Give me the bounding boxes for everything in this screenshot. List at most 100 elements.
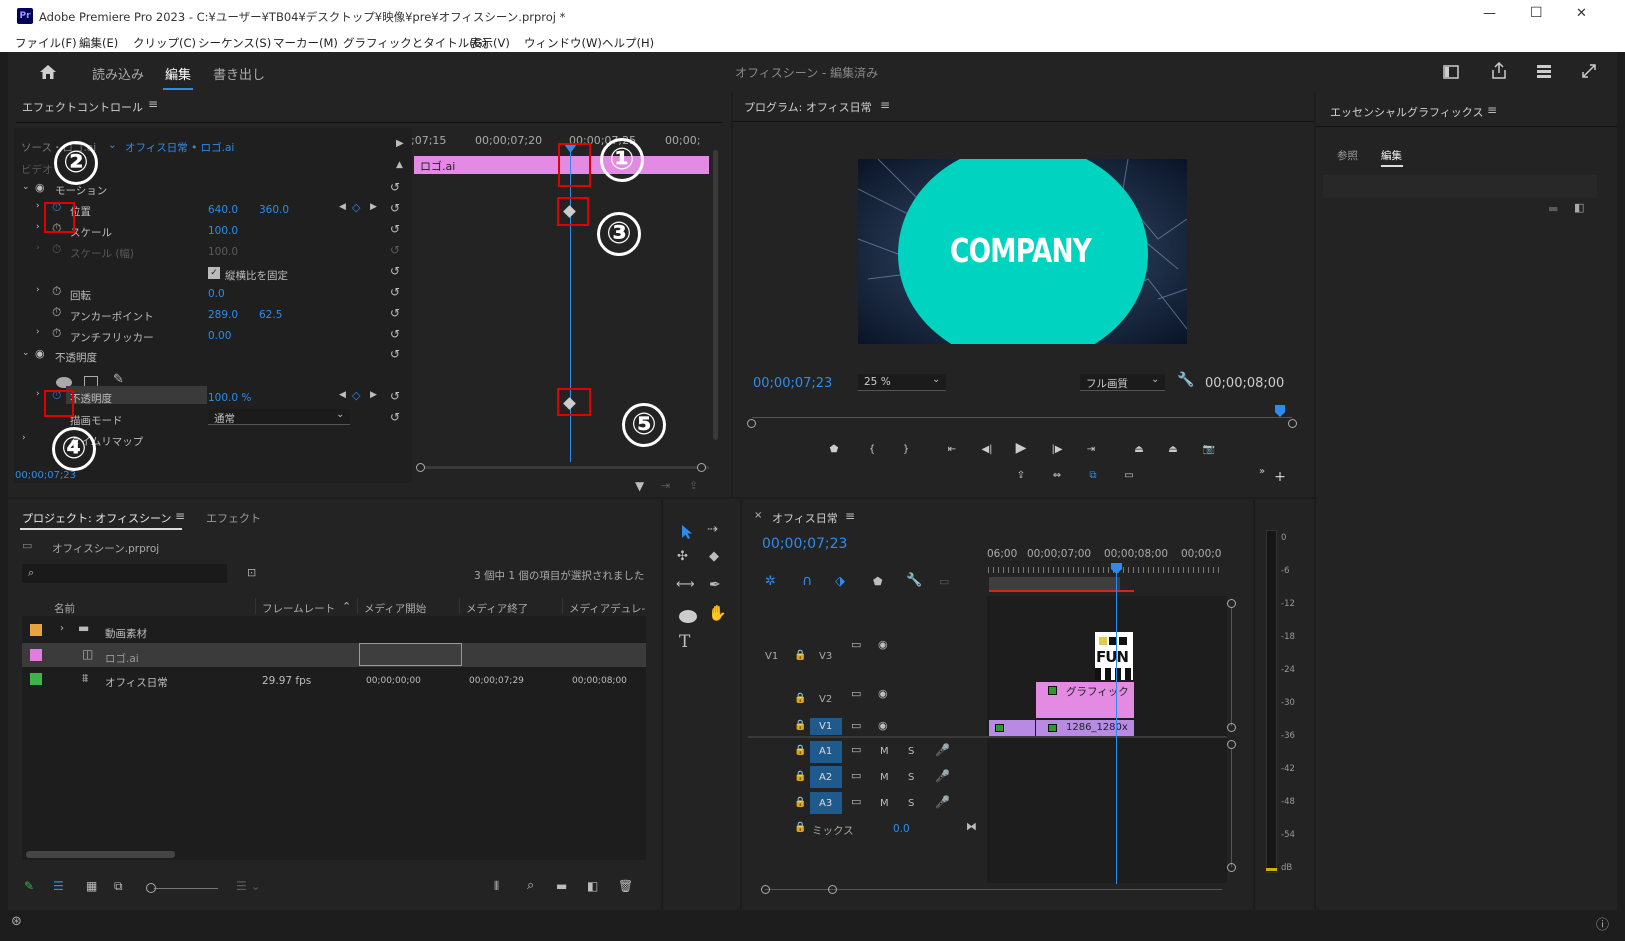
lift-icon[interactable]: ⏏ (1129, 440, 1149, 458)
voiceover-mic-icon[interactable]: 🎤 (935, 795, 950, 809)
track-sync-icon[interactable]: ▭ (851, 769, 861, 782)
solo-button[interactable]: S (908, 746, 914, 757)
voiceover-mic-icon[interactable]: 🎤 (935, 769, 950, 783)
rotation-reset-icon[interactable]: ↺ (390, 285, 400, 299)
blend-reset-icon[interactable]: ↺ (390, 410, 400, 424)
blend-dropdown[interactable]: 通常 ⌄ (208, 409, 350, 425)
project-hscrollbar[interactable] (26, 851, 175, 858)
sort-icons-icon[interactable]: ☰ ⌄ (236, 879, 261, 893)
add-button-icon[interactable]: + (1270, 468, 1290, 486)
program-scrubber[interactable] (752, 417, 1292, 418)
timeline-menu-icon[interactable]: ≡ (845, 509, 855, 523)
mark-in-icon[interactable]: { (862, 440, 882, 458)
position-y-value[interactable]: 360.0 (259, 204, 289, 216)
eg-tab-edit[interactable]: 編集 (1381, 148, 1402, 163)
filter-icon[interactable]: ▼ (635, 479, 644, 493)
freeform-view-icon[interactable]: ⧉ (114, 879, 123, 894)
ellipse-tool-icon[interactable] (679, 610, 697, 623)
track-lock-icon[interactable]: 🔒 (794, 720, 806, 731)
track-sync-icon[interactable]: ▭ (851, 719, 861, 732)
anchor-x-value[interactable]: 289.0 (208, 309, 238, 321)
ec-expand-arrow[interactable]: ▶ (396, 138, 404, 149)
timeline-timecode[interactable]: 00;00;07;23 (762, 536, 847, 552)
snap-icon[interactable]: ✲ (765, 574, 776, 589)
share-icon[interactable] (1490, 61, 1508, 81)
icon-view-icon[interactable]: ▦ (86, 879, 97, 893)
anchor-y-value[interactable]: 62.5 (259, 309, 282, 321)
automate-sequence-icon[interactable]: ⫴ (494, 879, 499, 894)
status-render-icon[interactable]: ⊛ (11, 914, 22, 929)
step-forward-icon[interactable]: |▶ (1047, 440, 1067, 458)
extract-icon[interactable]: ⏏ (1163, 440, 1183, 458)
fullscreen-icon[interactable] (1580, 62, 1598, 80)
new-bin-icon[interactable]: ▬ (556, 879, 567, 893)
track-lock-icon[interactable]: 🔒 (794, 797, 806, 808)
timeline-marker-icon[interactable]: ⬟ (873, 575, 883, 588)
track-eye-icon[interactable]: ◉ (878, 638, 888, 651)
tab-export[interactable]: 書き出し (213, 64, 265, 83)
pen-mask-icon[interactable]: ✎ (113, 372, 124, 387)
clip-v1-video[interactable]: 1286_1280x (1036, 720, 1134, 736)
step-back-icon[interactable]: ◀| (977, 440, 997, 458)
track-sync-icon[interactable]: ▭ (851, 795, 861, 808)
captions-icon[interactable]: ▭ (939, 575, 949, 588)
uniform-scale-checkbox[interactable]: ✓ (208, 267, 220, 279)
tab-edit[interactable]: 編集 (165, 64, 191, 83)
ec-sequence-label[interactable]: ⌄ (108, 139, 117, 151)
ripple-edit-tool-icon[interactable]: ✣ (677, 549, 688, 564)
essential-graphics-title[interactable]: エッセンシャルグラフィックス (1330, 104, 1483, 120)
panel-menu-icon[interactable]: ≡ (148, 97, 158, 111)
new-search-bin-icon[interactable]: ⊡ (247, 566, 256, 579)
tab-import[interactable]: 読み込み (92, 64, 144, 83)
hand-tool-icon[interactable]: ✋ (708, 604, 727, 622)
linked-selection-icon[interactable]: ∩ (802, 573, 812, 589)
sort-arrow-icon[interactable]: ⌃ (342, 600, 351, 613)
find-icon[interactable]: ⌕ (527, 878, 534, 893)
quality-dropdown[interactable]: フル画質 ⌄ (1080, 374, 1165, 391)
opacity-reset-icon[interactable]: ↺ (390, 389, 400, 403)
mute-button[interactable]: M (880, 798, 889, 809)
project-title[interactable]: プロジェクト: オフィスシーン (22, 510, 171, 526)
timeline-close-icon[interactable]: × (754, 510, 762, 521)
track-lock-icon[interactable]: 🔒 (794, 650, 806, 661)
position-x-value[interactable]: 640.0 (208, 204, 238, 216)
selection-tool-icon[interactable] (676, 521, 698, 543)
ec-scrollbar[interactable] (713, 150, 718, 440)
opacity-next-key[interactable]: ▶ (370, 390, 377, 400)
minimize-button[interactable]: — (1483, 6, 1496, 21)
ec-sequence-name[interactable]: オフィス日常 • ロゴ.ai (125, 140, 234, 155)
zoom-dropdown[interactable]: 25 % ⌄ (858, 374, 946, 391)
timeline-settings-icon[interactable]: 🔧 (906, 573, 922, 588)
thumbnail-size-slider[interactable] (154, 888, 218, 889)
menu-file[interactable]: ファイル(F) (15, 35, 77, 51)
insert-nested-icon[interactable]: ⬗ (835, 574, 845, 589)
motion-eye-icon[interactable]: ◉ (35, 181, 45, 194)
track-sync-icon[interactable]: ▭ (851, 743, 861, 756)
new-item-icon[interactable]: ◧ (587, 879, 598, 893)
track-sync-icon[interactable]: ▭ (851, 638, 861, 651)
maximize-button[interactable]: ☐ (1530, 5, 1543, 21)
menu-sequence[interactable]: シーケンス(S) (198, 35, 271, 51)
effects-tab[interactable]: エフェクト (206, 510, 261, 526)
menu-graphics[interactable]: グラフィックとタイトル(G) (343, 35, 487, 51)
mark-out-icon[interactable]: } (896, 440, 916, 458)
play-icon[interactable]: ▶ (1011, 439, 1031, 457)
solo-button[interactable]: S (908, 772, 914, 783)
track-lock-icon[interactable]: 🔒 (794, 745, 806, 756)
opacity-add-key[interactable]: ◇ (352, 389, 360, 402)
program-title[interactable]: プログラム: オフィス日常 (744, 99, 872, 115)
motion-reset-icon[interactable]: ↺ (390, 180, 400, 194)
voiceover-mic-icon[interactable]: 🎤 (935, 743, 950, 757)
more-controls-icon[interactable]: » (1252, 462, 1272, 480)
eg-new-layer-icon[interactable]: ◧ (1574, 201, 1584, 214)
timeline-title[interactable]: オフィス日常 (772, 510, 838, 526)
clip-v3-logo[interactable]: FUN (1095, 632, 1133, 680)
track-eye-icon[interactable]: ◉ (878, 719, 888, 732)
mute-button[interactable]: M (880, 772, 889, 783)
razor-tool-icon[interactable]: ◆ (709, 549, 719, 564)
settings-wrench-icon[interactable]: 🔧 (1177, 372, 1194, 388)
ec-loop-icon[interactable]: ⇥ (661, 479, 670, 492)
rotation-value[interactable]: 0.0 (208, 288, 225, 300)
close-button[interactable]: ✕ (1576, 6, 1587, 21)
menu-marker[interactable]: マーカー(M) (273, 35, 338, 51)
